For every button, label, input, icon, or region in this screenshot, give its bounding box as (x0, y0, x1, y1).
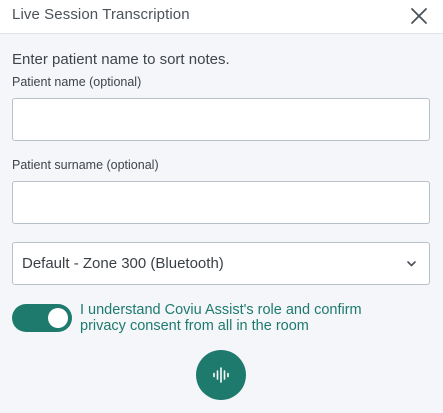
patient-surname-label: Patient surname (optional) (12, 158, 159, 172)
patient-name-label: Patient name (optional) (12, 75, 142, 89)
patient-name-input[interactable] (12, 98, 430, 141)
microphone-select-value: Default - Zone 300 (Bluetooth) (22, 255, 224, 272)
panel-title: Live Session Transcription (12, 6, 190, 23)
toggle-knob (48, 308, 68, 328)
instruction-text: Enter patient name to sort notes. (12, 51, 230, 68)
start-recording-button[interactable] (196, 350, 246, 400)
panel-header: Live Session Transcription (0, 0, 443, 34)
consent-label: I understand Coviu Assist's role and con… (80, 302, 362, 334)
consent-toggle[interactable] (12, 304, 72, 332)
patient-surname-input[interactable] (12, 181, 430, 224)
chevron-down-icon (406, 259, 417, 269)
transcription-panel: Live Session Transcription Enter patient… (0, 0, 443, 413)
microphone-select[interactable]: Default - Zone 300 (Bluetooth) (12, 242, 430, 285)
close-icon (411, 8, 427, 24)
audio-waveform-icon (213, 367, 229, 383)
close-button[interactable] (409, 6, 429, 26)
